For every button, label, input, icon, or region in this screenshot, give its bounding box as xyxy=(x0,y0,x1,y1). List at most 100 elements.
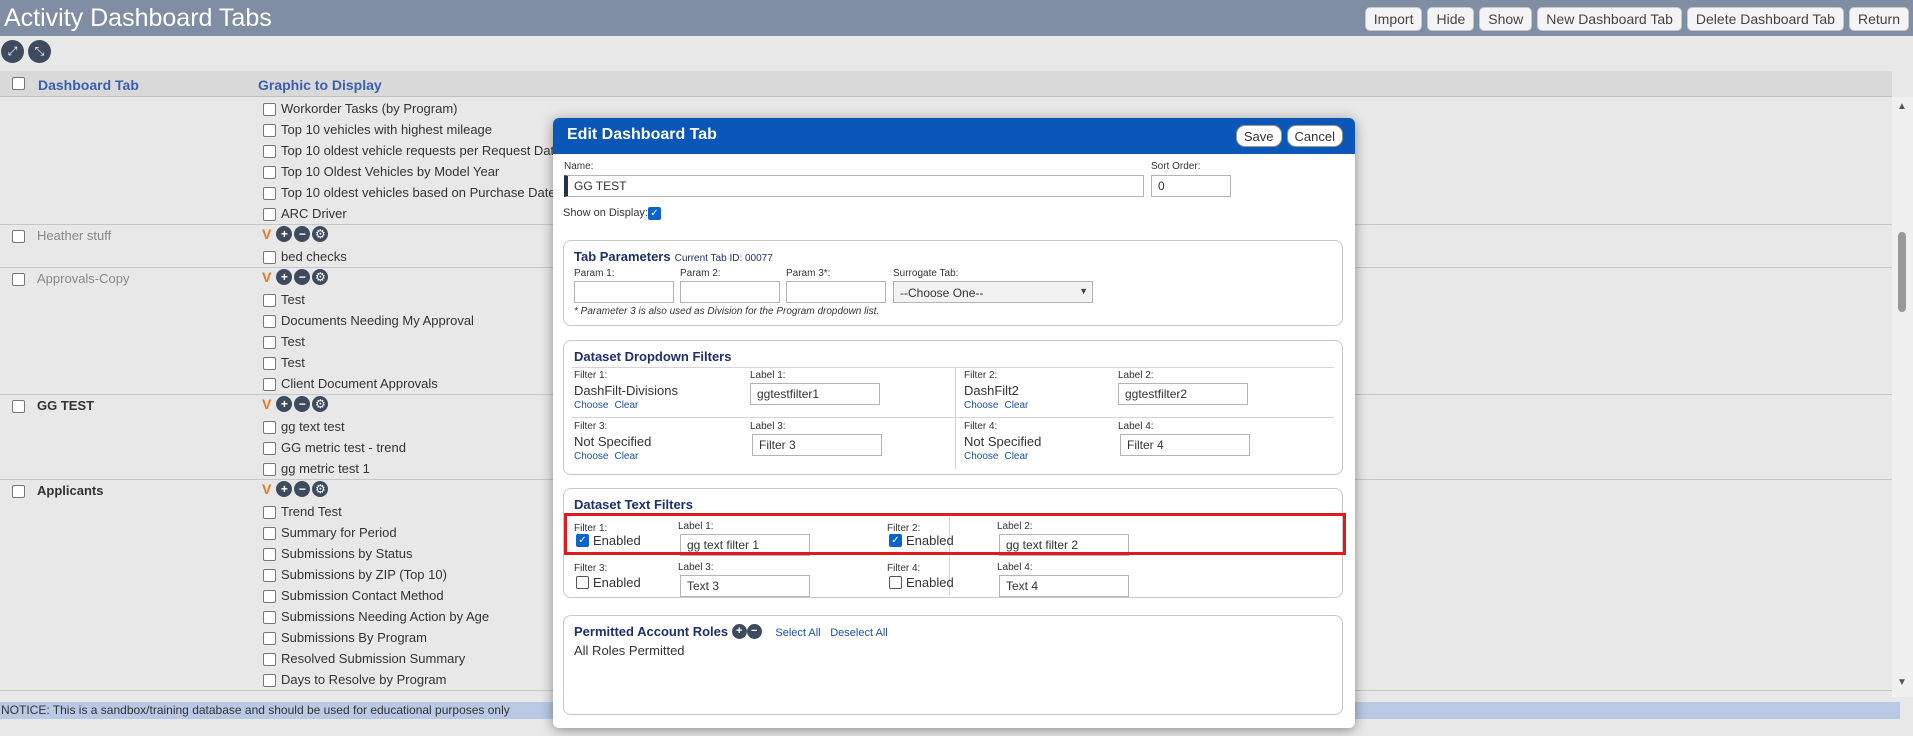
row-checkbox[interactable] xyxy=(12,400,25,413)
select-all-link[interactable]: Select All xyxy=(775,627,820,639)
dd-filter4-clear-link[interactable]: Clear xyxy=(1004,451,1028,462)
graphic-checkbox[interactable] xyxy=(263,653,276,666)
graphic-checkbox[interactable] xyxy=(263,103,276,116)
dd-label1-input[interactable]: ggtestfilter1 xyxy=(750,383,880,405)
gear-icon[interactable]: ⚙ xyxy=(312,226,329,242)
dd-filter2-choose-link[interactable]: Choose xyxy=(964,400,998,411)
dd-filter1-links: Choose Clear xyxy=(574,400,644,411)
new-dashboard-tab-button[interactable]: New Dashboard Tab xyxy=(1537,7,1682,31)
graphic-checkbox[interactable] xyxy=(263,378,276,391)
dashboard-tab-name[interactable]: Applicants xyxy=(37,483,103,498)
remove-icon[interactable]: − xyxy=(294,226,311,242)
dashboard-tab-name[interactable]: GG TEST xyxy=(37,398,94,413)
dd-filter3-choose-link[interactable]: Choose xyxy=(574,451,608,462)
show-button[interactable]: Show xyxy=(1479,7,1533,31)
show-on-display-checkbox[interactable]: ✓ xyxy=(648,207,661,220)
import-button[interactable]: Import xyxy=(1364,7,1423,31)
graphic-checkbox[interactable] xyxy=(263,421,276,434)
graphic-checkbox[interactable] xyxy=(263,208,276,221)
graphic-checkbox[interactable] xyxy=(263,590,276,603)
graphic-checkbox[interactable] xyxy=(263,166,276,179)
graphic-checkbox[interactable] xyxy=(263,315,276,328)
graphic-checkbox[interactable] xyxy=(263,124,276,137)
param3-input[interactable] xyxy=(786,281,886,303)
row-checkbox[interactable] xyxy=(12,230,25,243)
dashboard-tab-name[interactable]: Heather stuff xyxy=(37,228,111,243)
scrollbar-thumb[interactable] xyxy=(1898,232,1906,312)
expand-chevron-icon[interactable]: V xyxy=(262,226,271,242)
row-checkbox[interactable] xyxy=(12,485,25,498)
save-button[interactable]: Save xyxy=(1235,125,1282,147)
add-icon[interactable]: + xyxy=(276,481,293,497)
dd-filter2-label: Filter 2: xyxy=(964,370,998,381)
remove-role-icon[interactable]: − xyxy=(746,624,762,639)
param2-input[interactable] xyxy=(680,281,780,303)
graphic-checkbox[interactable] xyxy=(263,674,276,687)
graphic-checkbox[interactable] xyxy=(263,463,276,476)
column-header-dashboard-tab[interactable]: Dashboard Tab xyxy=(38,77,139,93)
dd-filter4-value: Not Specified xyxy=(964,434,1042,449)
dd-filter2-clear-link[interactable]: Clear xyxy=(1004,400,1028,411)
graphic-checkbox[interactable] xyxy=(263,336,276,349)
add-role-icon[interactable]: + xyxy=(731,624,747,639)
cancel-button[interactable]: Cancel xyxy=(1286,125,1343,147)
add-icon[interactable]: + xyxy=(276,226,293,242)
deselect-all-link[interactable]: Deselect All xyxy=(830,627,887,639)
dd-filter1-choose-link[interactable]: Choose xyxy=(574,400,608,411)
graphic-checkbox[interactable] xyxy=(263,145,276,158)
sort-order-input[interactable]: 0 xyxy=(1151,175,1231,197)
remove-icon[interactable]: − xyxy=(294,269,311,285)
expand-chevron-icon[interactable]: V xyxy=(262,396,271,412)
dd-label3-input[interactable]: Filter 3 xyxy=(752,434,882,456)
graphic-checkbox[interactable] xyxy=(263,187,276,200)
return-button[interactable]: Return xyxy=(1848,7,1909,31)
tf-filter3-checkbox[interactable] xyxy=(576,576,589,589)
graphic-checkbox[interactable] xyxy=(263,569,276,582)
graphic-checkbox[interactable] xyxy=(263,632,276,645)
dd-filter4-choose-link[interactable]: Choose xyxy=(964,451,998,462)
scroll-up-icon[interactable]: ▲ xyxy=(1897,101,1907,112)
graphic-checkbox[interactable] xyxy=(263,611,276,624)
column-header-graphic[interactable]: Graphic to Display xyxy=(258,77,382,93)
graphic-checkbox[interactable] xyxy=(263,357,276,370)
add-icon[interactable]: + xyxy=(276,396,293,412)
row-checkbox[interactable] xyxy=(12,273,25,286)
gear-icon[interactable]: ⚙ xyxy=(312,396,329,412)
graphic-checkbox[interactable] xyxy=(263,442,276,455)
gear-icon[interactable]: ⚙ xyxy=(312,269,329,285)
expand-all-icon[interactable]: ⤢ xyxy=(1,40,24,63)
tf-label4-input[interactable]: Text 4 xyxy=(999,575,1129,597)
remove-icon[interactable]: − xyxy=(294,481,311,497)
add-icon[interactable]: + xyxy=(276,269,293,285)
dd-filter3-clear-link[interactable]: Clear xyxy=(614,451,638,462)
graphic-checkbox[interactable] xyxy=(263,251,276,264)
gear-icon[interactable]: ⚙ xyxy=(312,481,329,497)
graphic-checkbox[interactable] xyxy=(263,548,276,561)
dd-label2-input[interactable]: ggtestfilter2 xyxy=(1118,383,1248,405)
remove-icon[interactable]: − xyxy=(294,396,311,412)
tf-filter4-checkbox[interactable] xyxy=(889,576,902,589)
delete-dashboard-tab-button[interactable]: Delete Dashboard Tab xyxy=(1686,7,1844,31)
graphic-label: Resolved Submission Summary xyxy=(281,651,466,666)
hide-button[interactable]: Hide xyxy=(1427,7,1475,31)
vertical-scrollbar[interactable]: ▲ ▼ xyxy=(1892,97,1913,697)
graphic-checkbox[interactable] xyxy=(263,294,276,307)
name-input[interactable]: GG TEST xyxy=(564,175,1144,197)
graphic-checkbox[interactable] xyxy=(263,527,276,540)
tf-label3-input[interactable]: Text 3 xyxy=(680,575,810,597)
select-all-checkbox[interactable] xyxy=(12,77,25,90)
surrogate-tab-select[interactable]: --Choose One-- ▼ xyxy=(893,281,1093,303)
collapse-all-icon[interactable]: ⤡ xyxy=(28,40,51,63)
graphic-checkbox[interactable] xyxy=(263,506,276,519)
dashboard-tab-name[interactable]: Approvals-Copy xyxy=(37,271,130,286)
dd-filter1-value: DashFilt-Divisions xyxy=(574,383,679,398)
tab-parameters-title: Tab Parameters Current Tab ID: 00077 xyxy=(574,249,773,264)
dd-label4-input[interactable]: Filter 4 xyxy=(1120,434,1250,456)
list-item[interactable]: Workorder Tasks (by Program) xyxy=(0,98,1892,119)
expand-chevron-icon[interactable]: V xyxy=(262,269,271,285)
param3-label: Param 3*: xyxy=(786,268,831,279)
expand-chevron-icon[interactable]: V xyxy=(262,481,271,497)
dd-filter1-clear-link[interactable]: Clear xyxy=(614,400,638,411)
scroll-down-icon[interactable]: ▼ xyxy=(1897,677,1907,688)
param1-input[interactable] xyxy=(574,281,674,303)
